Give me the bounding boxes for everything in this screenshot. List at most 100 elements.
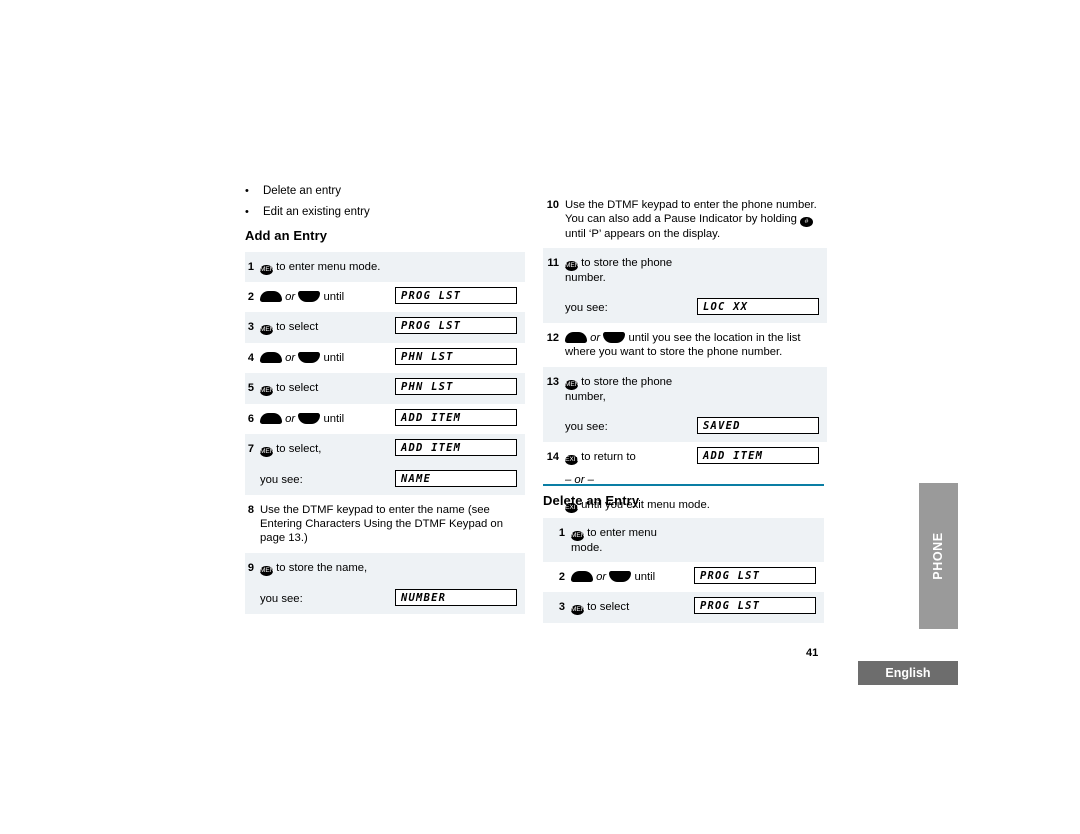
table-row: you see: SAVED	[543, 412, 827, 442]
you-see-label: you see:	[260, 593, 303, 605]
table-row: you see: LOC XX	[543, 293, 827, 323]
display-value: PROG LST	[694, 567, 816, 584]
pound-key-icon: #	[800, 217, 814, 227]
or-label: or	[285, 352, 296, 364]
table-row: 11 MENU to store the phone number.	[543, 248, 827, 293]
intro-bullet-list: • Delete an entry • Edit an existing ent…	[245, 181, 525, 223]
menu-key-icon: MENU	[260, 325, 280, 335]
table-row: 13 MENU to store the phone number,	[543, 367, 827, 412]
menu-key-icon: MENU	[565, 380, 585, 390]
delete-entry-step-table: 1 MENU to enter menu mode. 2 or until PR…	[543, 518, 824, 623]
step-number: 8	[247, 504, 254, 516]
display-value: ADD ITEM	[395, 439, 517, 456]
table-row: 12 or until you see the location in the …	[543, 323, 827, 367]
display-value: PROG LST	[694, 597, 816, 614]
step-number: 6	[247, 413, 254, 425]
menu-key-icon: MENU	[571, 531, 591, 541]
menu-key-icon: MENU	[571, 605, 591, 615]
you-see-label: you see:	[260, 474, 303, 486]
down-arrow-key-icon	[609, 571, 632, 582]
step-text: until you see the location in the list w…	[565, 332, 801, 358]
step-number: 2	[247, 291, 254, 303]
menu-key-icon: MENU	[260, 386, 280, 396]
you-see-label: you see:	[565, 302, 608, 314]
manual-page: • Delete an entry • Edit an existing ent…	[0, 0, 1080, 834]
bullet-dot-icon: •	[245, 185, 249, 197]
step-text: to select	[276, 321, 319, 333]
display-value: NUMBER	[395, 589, 517, 606]
step-number: 12	[546, 332, 559, 344]
down-arrow-key-icon	[298, 413, 321, 424]
step-text: until	[323, 291, 345, 303]
down-arrow-key-icon	[603, 332, 626, 343]
up-arrow-key-icon	[260, 352, 282, 363]
table-row: 6 or until ADD ITEM	[245, 404, 525, 434]
up-arrow-key-icon	[565, 332, 587, 343]
step-text: to store the phone number.	[565, 257, 673, 284]
display-value: SAVED	[697, 417, 819, 434]
section-tab-label: PHONE	[931, 532, 945, 580]
step-text: to select	[587, 601, 630, 613]
step-number: 3	[247, 321, 254, 333]
step-number: 1	[558, 527, 565, 539]
table-row: 3 MENU to select PROG LST	[245, 312, 525, 343]
display-value: NAME	[395, 470, 517, 487]
display-value: PROG LST	[395, 317, 517, 334]
step-number: 4	[247, 352, 254, 364]
language-tab: English	[858, 661, 958, 685]
section-divider-rule	[543, 484, 824, 486]
add-entry-step-table-continued: 10 Use the DTMF keypad to enter the phon…	[543, 190, 827, 520]
table-row: 8 Use the DTMF keypad to enter the name …	[245, 495, 525, 553]
display-value: PHN LST	[395, 348, 517, 365]
page-number: 41	[806, 647, 819, 659]
step-text: to select,	[276, 443, 322, 455]
display-value: LOC XX	[697, 298, 819, 315]
table-row: 2 or until PROG LST	[543, 562, 824, 592]
step-number: 1	[247, 261, 254, 273]
table-row: 3 MENU to select PROG LST	[543, 592, 824, 623]
step-text: until	[634, 571, 656, 583]
display-value: ADD ITEM	[395, 409, 517, 426]
list-item-label: Edit an existing entry	[263, 206, 370, 218]
table-row: 10 Use the DTMF keypad to enter the phon…	[543, 190, 827, 248]
step-number: 2	[558, 571, 565, 583]
step-text: to return to	[581, 451, 636, 463]
step-text: to select	[276, 382, 319, 394]
step-number: 9	[247, 562, 254, 574]
table-row: 4 or until PHN LST	[245, 343, 525, 373]
exit-key-icon: EXIT	[565, 455, 580, 465]
step-number: 10	[546, 199, 559, 211]
down-arrow-key-icon	[298, 352, 321, 363]
step-text: to enter menu mode.	[276, 261, 381, 273]
menu-key-icon: MENU	[260, 566, 280, 576]
up-arrow-key-icon	[260, 413, 282, 424]
step-text: to store the phone number,	[565, 376, 673, 403]
table-row: 2 or until PROG LST	[245, 282, 525, 312]
heading-add-an-entry: Add an Entry	[245, 228, 328, 243]
table-row: 9 MENU to store the name,	[245, 553, 525, 584]
step-text: until	[323, 413, 345, 425]
step-number: 13	[546, 376, 559, 388]
menu-key-icon: MENU	[260, 265, 280, 275]
add-entry-step-table: 1 MENU to enter menu mode. 2 or until PR…	[245, 252, 525, 614]
list-item: • Delete an entry	[245, 181, 525, 202]
table-row: you see: NAME	[245, 465, 525, 495]
step-number: 3	[558, 601, 565, 613]
step-text-after: until ‘P’ appears on the display.	[565, 228, 721, 240]
step-text: Use the DTMF keypad to enter the name (s…	[260, 504, 503, 544]
table-row: 5 MENU to select PHN LST	[245, 373, 525, 404]
heading-delete-an-entry: Delete an Entry	[543, 493, 640, 508]
step-number: 14	[546, 451, 559, 463]
list-item: • Edit an existing entry	[245, 202, 525, 223]
table-row: 7 MENU to select, ADD ITEM	[245, 434, 525, 465]
bullet-dot-icon: •	[245, 206, 249, 218]
down-arrow-key-icon	[298, 291, 321, 302]
table-row: 1 MENU to enter menu mode.	[245, 252, 525, 282]
step-text: Use the DTMF keypad to enter the phone n…	[565, 199, 817, 225]
display-value: PHN LST	[395, 378, 517, 395]
step-number: 7	[247, 443, 254, 455]
step-number: 5	[247, 382, 254, 394]
display-value: ADD ITEM	[697, 447, 819, 464]
step-number: 11	[547, 257, 559, 269]
menu-key-icon: MENU	[565, 261, 585, 271]
